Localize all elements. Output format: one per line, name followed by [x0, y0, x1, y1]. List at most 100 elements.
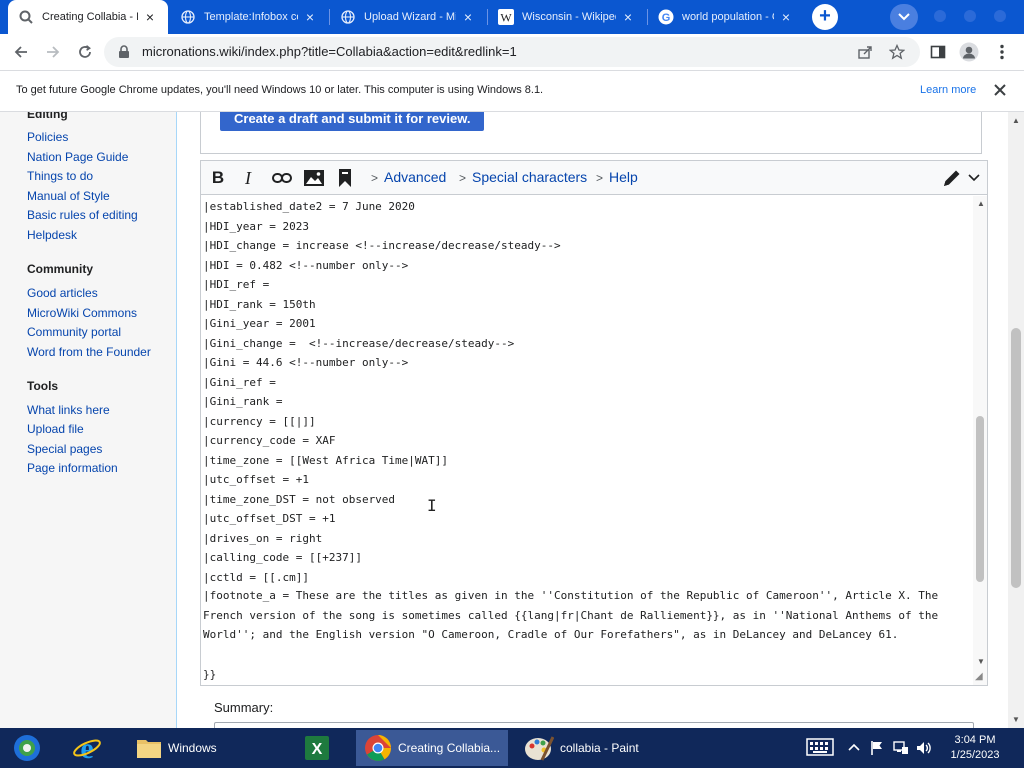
- arrow-right-icon: [47, 46, 60, 58]
- scroll-up-arrow-icon[interactable]: ▲: [1012, 116, 1020, 125]
- text-cursor-icon: I: [427, 496, 437, 515]
- sidebar-link-helpdesk[interactable]: Helpdesk: [27, 228, 77, 242]
- new-tab-button[interactable]: +: [812, 4, 838, 30]
- image-button[interactable]: [303, 168, 325, 188]
- sidebar-link-policies[interactable]: Policies: [27, 130, 68, 144]
- image-icon: [304, 170, 324, 186]
- code-line: |calling_code = [[+237]]: [203, 551, 362, 564]
- sidebar-link-upload-file[interactable]: Upload file: [27, 422, 84, 436]
- minimize-button[interactable]: [934, 10, 946, 22]
- close-icon[interactable]: [991, 81, 1009, 99]
- sidebar-link-what-links-here[interactable]: What links here: [27, 403, 110, 417]
- sidebar-link-things-to-do[interactable]: Things to do: [27, 169, 93, 183]
- taskbar-paint[interactable]: collabia - Paint: [516, 730, 672, 766]
- system-clock[interactable]: 3:04 PM 1/25/2023: [940, 733, 1010, 763]
- tab-creating-collabia[interactable]: Creating Collabia - Mi ×: [8, 0, 168, 34]
- side-panel-icon[interactable]: [928, 42, 948, 62]
- tab-world-population[interactable]: G world population - G ×: [648, 0, 804, 34]
- volume-icon[interactable]: [916, 740, 932, 759]
- code-line: |Gini_year = 2001: [203, 317, 316, 330]
- tab-upload-wizard[interactable]: Upload Wizard - Micr ×: [330, 0, 486, 34]
- chevron-right-icon: >: [371, 171, 379, 185]
- window-close-button[interactable]: [994, 10, 1006, 22]
- code-line: |time_zone_DST = not observed: [203, 492, 396, 506]
- close-icon[interactable]: ×: [142, 9, 158, 25]
- close-icon[interactable]: ×: [302, 9, 318, 25]
- kebab-menu-icon[interactable]: [992, 42, 1012, 62]
- network-icon[interactable]: [893, 740, 909, 759]
- chrome-icon: [364, 734, 392, 762]
- internet-explorer-icon: e: [72, 733, 102, 763]
- close-icon[interactable]: ×: [620, 9, 636, 25]
- footnote-paragraph: |footnote_a = These are the titles as gi…: [203, 589, 945, 641]
- create-draft-button[interactable]: Create a draft and submit it for review.: [220, 112, 484, 131]
- taskbar-excel[interactable]: X: [296, 730, 344, 766]
- sidebar-link-good-articles[interactable]: Good articles: [27, 286, 98, 300]
- advanced-menu[interactable]: > Advanced: [371, 169, 446, 185]
- bold-button[interactable]: B: [209, 168, 227, 188]
- chevron-right-icon: >: [596, 171, 604, 185]
- svg-text:W: W: [500, 11, 512, 25]
- tab-template-infobox[interactable]: Template:Infobox cou ×: [170, 0, 328, 34]
- tab-wisconsin-wikipedia[interactable]: W Wisconsin - Wikipedi ×: [488, 0, 646, 34]
- reference-button[interactable]: [337, 168, 353, 188]
- keyboard-icon[interactable]: [806, 737, 834, 760]
- special-characters-menu[interactable]: > Special characters: [459, 169, 587, 185]
- maximize-button[interactable]: [964, 10, 976, 22]
- code-line: |HDI_rank = 150th: [203, 297, 316, 311]
- folder-icon: [136, 737, 162, 759]
- scroll-down-arrow-icon[interactable]: ▼: [977, 657, 985, 666]
- forward-button[interactable]: [40, 39, 66, 65]
- sidebar-link-special-pages[interactable]: Special pages: [27, 442, 102, 456]
- resize-grip-icon[interactable]: ◢: [975, 671, 983, 682]
- help-menu[interactable]: > Help: [596, 169, 638, 185]
- back-button[interactable]: [8, 39, 34, 65]
- code-line: |Gini = 44.6 <!--number only-->: [203, 356, 409, 369]
- tab-search-button[interactable]: [890, 4, 918, 30]
- info-message: To get future Google Chrome updates, you…: [16, 84, 544, 96]
- taskbar-media-center[interactable]: [4, 730, 52, 766]
- editing-mode-switch[interactable]: [942, 168, 982, 188]
- bookmark-icon: [339, 169, 351, 187]
- sidebar-link-nation-page-guide[interactable]: Nation Page Guide: [27, 150, 128, 164]
- scroll-up-arrow-icon[interactable]: ▲: [977, 199, 985, 208]
- sidebar-link-community-portal[interactable]: Community portal: [27, 325, 121, 339]
- italic-button[interactable]: I: [239, 168, 257, 188]
- main-content: Create a draft and submit it for review.…: [176, 112, 1008, 728]
- media-center-icon: [12, 733, 42, 763]
- sidebar-link-word-from-founder[interactable]: Word from the Founder: [27, 345, 151, 359]
- flag-icon[interactable]: [870, 740, 884, 759]
- share-icon[interactable]: [856, 43, 874, 61]
- pencil-icon: [944, 170, 960, 186]
- reload-button[interactable]: [72, 39, 98, 65]
- code-line: |HDI = 0.482 <!--number only-->: [203, 258, 409, 272]
- summary-label: Summary:: [214, 700, 274, 715]
- sidebar-link-microwiki-commons[interactable]: MicroWiki Commons: [27, 306, 137, 320]
- profile-avatar-icon[interactable]: [959, 42, 979, 62]
- windows-taskbar: e Windows X Creating Collabia... collabi…: [0, 728, 1024, 768]
- scroll-down-arrow-icon[interactable]: ▼: [1012, 715, 1020, 724]
- editor-scrollbar-thumb[interactable]: [976, 416, 984, 582]
- address-bar[interactable]: micronations.wiki/index.php?title=Collab…: [104, 37, 920, 67]
- taskbar-windows-folder[interactable]: Windows: [128, 730, 288, 766]
- link-button[interactable]: [271, 168, 293, 188]
- clock-date: 1/25/2023: [950, 749, 1000, 761]
- wikitext-textarea[interactable]: |established_date2 = 7 June 2020 |HDI_ye…: [201, 196, 973, 685]
- sidebar-link-basic-rules[interactable]: Basic rules of editing: [27, 208, 138, 222]
- taskbar-label: collabia - Paint: [560, 741, 639, 755]
- sidebar-link-page-information[interactable]: Page information: [27, 461, 118, 475]
- page-scrollbar-thumb[interactable]: [1011, 328, 1021, 588]
- star-bookmark-icon[interactable]: [888, 43, 906, 61]
- chevron-up-icon[interactable]: [848, 740, 860, 754]
- taskbar-chrome-creating-collabia[interactable]: Creating Collabia...: [356, 730, 508, 766]
- learn-more-link[interactable]: Learn more: [920, 84, 976, 96]
- taskbar-internet-explorer[interactable]: e: [64, 730, 112, 766]
- close-icon[interactable]: ×: [460, 9, 476, 25]
- close-icon[interactable]: ×: [778, 9, 794, 25]
- sidebar-heading-editing: Editing: [27, 112, 68, 121]
- lock-icon[interactable]: [118, 45, 130, 64]
- tab-title: Template:Infobox cou: [204, 11, 298, 23]
- svg-text:X: X: [312, 741, 323, 758]
- google-icon: G: [658, 9, 674, 25]
- sidebar-link-manual-of-style[interactable]: Manual of Style: [27, 189, 110, 203]
